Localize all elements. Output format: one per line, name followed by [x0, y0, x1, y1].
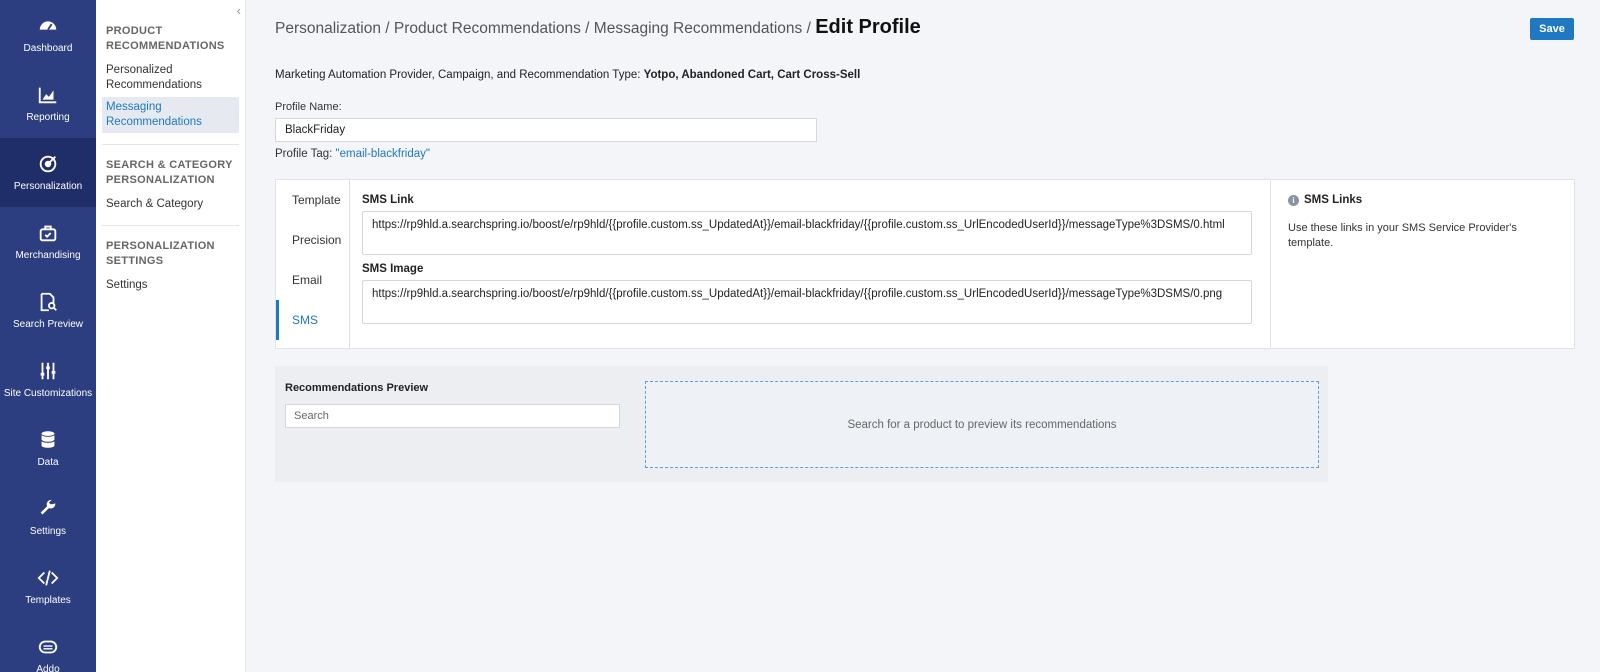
- rail-item-label: Dashboard: [23, 43, 73, 54]
- bag-icon: [39, 225, 57, 242]
- nav-section-heading: SEARCH & CATEGORY PERSONALIZATION: [106, 159, 233, 186]
- preview-title: Recommendations Preview: [285, 382, 429, 394]
- nav-section-heading: PRODUCT RECOMMENDATIONS: [106, 25, 225, 52]
- gauge-icon: [39, 21, 57, 31]
- tab-precision[interactable]: Precision: [276, 220, 349, 260]
- profile-tabs: Template Precision Email SMS: [276, 180, 350, 349]
- rail-item-label: Merchandising: [15, 250, 81, 261]
- rail-item-label: Settings: [29, 526, 67, 537]
- rail-item-label: Templates: [25, 595, 71, 606]
- help-text: Use these links in your SMS Service Prov…: [1288, 222, 1517, 249]
- target-icon: [39, 155, 57, 173]
- tab-email[interactable]: Email: [276, 260, 349, 300]
- doc-search-icon: [40, 292, 57, 312]
- rail-item-merchandising[interactable]: Merchandising: [0, 207, 96, 276]
- rail-item-personalization[interactable]: Personalization: [0, 138, 96, 207]
- preview-search-input[interactable]: [285, 404, 620, 428]
- breadcrumb-messaging-recommendations[interactable]: Messaging Recommendations: [594, 20, 803, 37]
- rail-item-search-preview[interactable]: Search Preview: [0, 276, 96, 345]
- breadcrumb-personalization[interactable]: Personalization: [275, 20, 381, 37]
- preview-empty-state: Search for a product to preview its reco…: [645, 381, 1319, 468]
- marketing-summary: Marketing Automation Provider, Campaign,…: [275, 69, 861, 81]
- profile-name-input[interactable]: [275, 118, 817, 142]
- sms-link-label: SMS Link: [362, 194, 414, 206]
- rail-item-label: Addo: [36, 664, 60, 672]
- rail-item-label: Site Customizations: [3, 388, 93, 399]
- rail-item-site-customizations[interactable]: Site Customizations: [0, 345, 96, 414]
- profile-tag: Profile Tag: "email-blackfriday": [275, 148, 430, 160]
- breadcrumb-separator: /: [802, 20, 816, 37]
- breadcrumb-separator: /: [580, 20, 594, 37]
- breadcrumb: Personalization / Product Recommendation…: [275, 16, 921, 39]
- collapse-chevron-icon[interactable]: ‹: [237, 3, 241, 18]
- profile-panel: Template Precision Email SMS SMS Link ht…: [275, 179, 1575, 349]
- rail-item-data[interactable]: Data: [0, 414, 96, 483]
- profile-tag-label: Profile Tag:: [275, 148, 333, 160]
- help-title: i SMS Links: [1288, 194, 1558, 206]
- sms-image-label: SMS Image: [362, 263, 424, 275]
- help-panel: i SMS Links Use these links in your SMS …: [1270, 180, 1575, 349]
- rail-item-label: Personalization: [13, 181, 83, 192]
- breadcrumb-product-recommendations[interactable]: Product Recommendations: [394, 20, 581, 37]
- rail-item-addo[interactable]: Addo: [0, 621, 96, 672]
- marketing-type: Cart Cross-Sell: [777, 69, 861, 81]
- cloud-icon: [38, 640, 58, 654]
- sms-fields: SMS Link https://rp9hld.a.searchspring.i…: [362, 180, 1252, 324]
- nav-link-messaging-recommendations[interactable]: Messaging Recommendations: [102, 97, 239, 133]
- marketing-label: Marketing Automation Provider, Campaign,…: [275, 69, 641, 81]
- nav-link-personalized-recommendations[interactable]: Personalized Recommendations: [96, 61, 245, 95]
- save-button[interactable]: Save: [1530, 18, 1574, 40]
- nav-section-heading: PERSONALIZATION SETTINGS: [106, 240, 215, 267]
- code-icon: [37, 570, 59, 586]
- wrench-icon: [40, 499, 56, 515]
- nav-link-search-category[interactable]: Search & Category: [96, 195, 245, 214]
- nav-divider: [102, 225, 239, 226]
- sliders-icon: [40, 362, 56, 380]
- marketing-provider: Yotpo: [643, 69, 676, 81]
- page-title: Edit Profile: [815, 16, 921, 38]
- sms-link-field[interactable]: https://rp9hld.a.searchspring.io/boost/e…: [362, 211, 1252, 255]
- help-title-text: SMS Links: [1304, 194, 1363, 206]
- icon-rail: Dashboard Reporting Personalization Merc…: [0, 0, 96, 672]
- profile-tag-value[interactable]: "email-blackfriday": [336, 148, 430, 160]
- info-icon: i: [1288, 194, 1299, 206]
- breadcrumb-separator: /: [380, 20, 394, 37]
- rail-item-templates[interactable]: Templates: [0, 552, 96, 621]
- database-icon: [41, 431, 55, 448]
- rail-item-label: Reporting: [26, 112, 70, 123]
- tab-sms[interactable]: SMS: [276, 300, 349, 340]
- rail-item-settings[interactable]: Settings: [0, 483, 96, 552]
- recommendations-preview: Recommendations Preview Search for a pro…: [275, 366, 1328, 482]
- rail-item-dashboard[interactable]: Dashboard: [0, 0, 96, 69]
- tab-template[interactable]: Template: [276, 180, 349, 220]
- sms-image-field[interactable]: https://rp9hld.a.searchspring.io/boost/e…: [362, 280, 1252, 324]
- marketing-campaign: Abandoned Cart: [681, 69, 771, 81]
- rail-item-label: Search Preview: [12, 319, 84, 330]
- chart-icon: [38, 87, 57, 104]
- profile-name-label: Profile Name:: [275, 101, 342, 113]
- nav-divider: [102, 144, 239, 145]
- nav-link-settings[interactable]: Settings: [96, 276, 245, 295]
- secondary-nav: ‹ PRODUCT RECOMMENDATIONS Personalized R…: [96, 0, 246, 672]
- rail-item-label: Data: [37, 457, 59, 468]
- rail-item-reporting[interactable]: Reporting: [0, 69, 96, 138]
